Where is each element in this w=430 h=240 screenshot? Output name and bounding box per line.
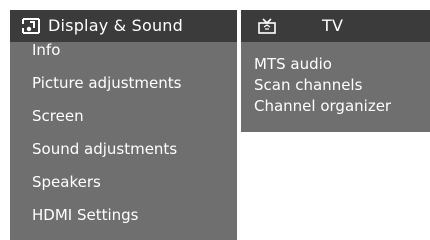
menu-item-sound-adjustments[interactable]: Sound adjustments — [10, 133, 237, 166]
menu-item-hdmi-settings[interactable]: HDMI Settings — [10, 199, 237, 232]
menu-item-mts-audio[interactable]: MTS audio — [241, 54, 430, 75]
tv-list: MTS audio Scan channels Channel organize… — [241, 54, 430, 117]
display-sound-icon — [21, 17, 41, 35]
menu-item-info[interactable]: Info — [10, 34, 237, 67]
display-sound-menu: Display & Sound Info Picture adjustments… — [10, 10, 237, 240]
tv-header[interactable]: TV — [241, 10, 430, 42]
menu-item-speakers[interactable]: Speakers — [10, 166, 237, 199]
tv-menu: TV MTS audio Scan channels Channel organ… — [241, 10, 430, 132]
settings-screen: Display & Sound Info Picture adjustments… — [0, 0, 430, 240]
menu-item-picture-adjustments[interactable]: Picture adjustments — [10, 67, 237, 100]
display-sound-title: Display & Sound — [48, 16, 184, 35]
tv-icon — [257, 17, 277, 35]
display-sound-list: Info Picture adjustments Screen Sound ad… — [10, 34, 237, 232]
menu-item-screen[interactable]: Screen — [10, 100, 237, 133]
menu-item-scan-channels[interactable]: Scan channels — [241, 75, 430, 96]
tv-title: TV — [322, 16, 344, 35]
menu-item-channel-organizer[interactable]: Channel organizer — [241, 96, 430, 117]
